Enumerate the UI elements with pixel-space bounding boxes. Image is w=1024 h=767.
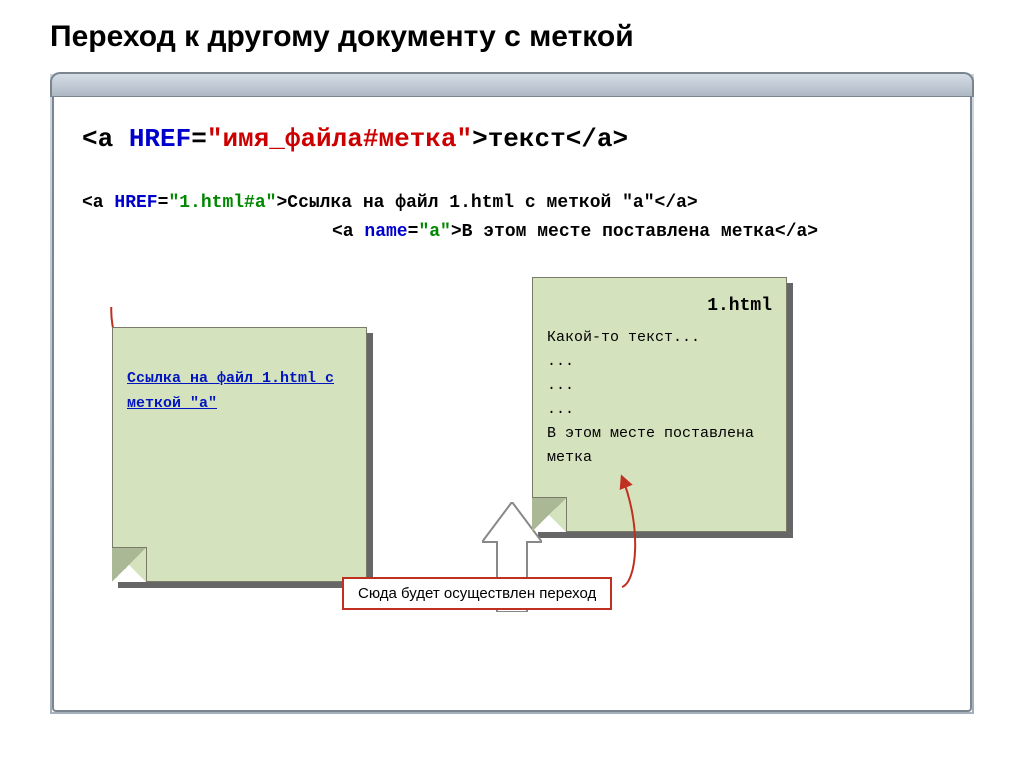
- example-anchor-line: <a name="a">В этом месте поставлена метк…: [82, 218, 942, 247]
- content-frame: <a HREF="имя_файла#метка">текст</a> <a H…: [50, 74, 974, 714]
- code-token: >текст</a>: [472, 124, 628, 154]
- target-body-text: Какой-то текст... ... ... ... В этом мес…: [547, 326, 772, 470]
- code-token: >В этом месте поставлена метка</a>: [451, 222, 818, 242]
- code-token-attr: name: [364, 222, 407, 242]
- callout-label: Сюда будет осуществлен переход: [342, 577, 612, 610]
- code-token: =: [191, 124, 207, 154]
- slide-title: Переход к другому документу с меткой: [50, 20, 974, 54]
- code-token-value: "1.html#a": [168, 193, 276, 213]
- hyperlink-example[interactable]: Ссылка на файл 1.html с меткой "a": [127, 366, 352, 417]
- source-document: Ссылка на файл 1.html с меткой "a": [112, 327, 367, 582]
- code-token: <a: [332, 222, 364, 242]
- code-token-attr: HREF: [114, 193, 157, 213]
- code-token-value: "имя_файла#метка": [207, 124, 472, 154]
- code-token-value: "a": [418, 222, 450, 242]
- code-token: =: [408, 222, 419, 242]
- documents-diagram: Ссылка на файл 1.html с меткой "a" 1.htm…: [82, 307, 942, 667]
- example-link-line: <a HREF="1.html#a">Ссылка на файл 1.html…: [82, 189, 942, 218]
- code-token: <a: [82, 193, 114, 213]
- code-token: >Ссылка на файл 1.html с меткой "a"</a>: [276, 193, 697, 213]
- target-filename: 1.html: [547, 296, 772, 316]
- target-document: 1.html Какой-то текст... ... ... ... В э…: [532, 277, 787, 532]
- code-token-attr: HREF: [129, 124, 191, 154]
- syntax-template-line: <a HREF="имя_файла#метка">текст</a>: [82, 124, 942, 154]
- code-token: <a: [82, 124, 129, 154]
- code-token: =: [158, 193, 169, 213]
